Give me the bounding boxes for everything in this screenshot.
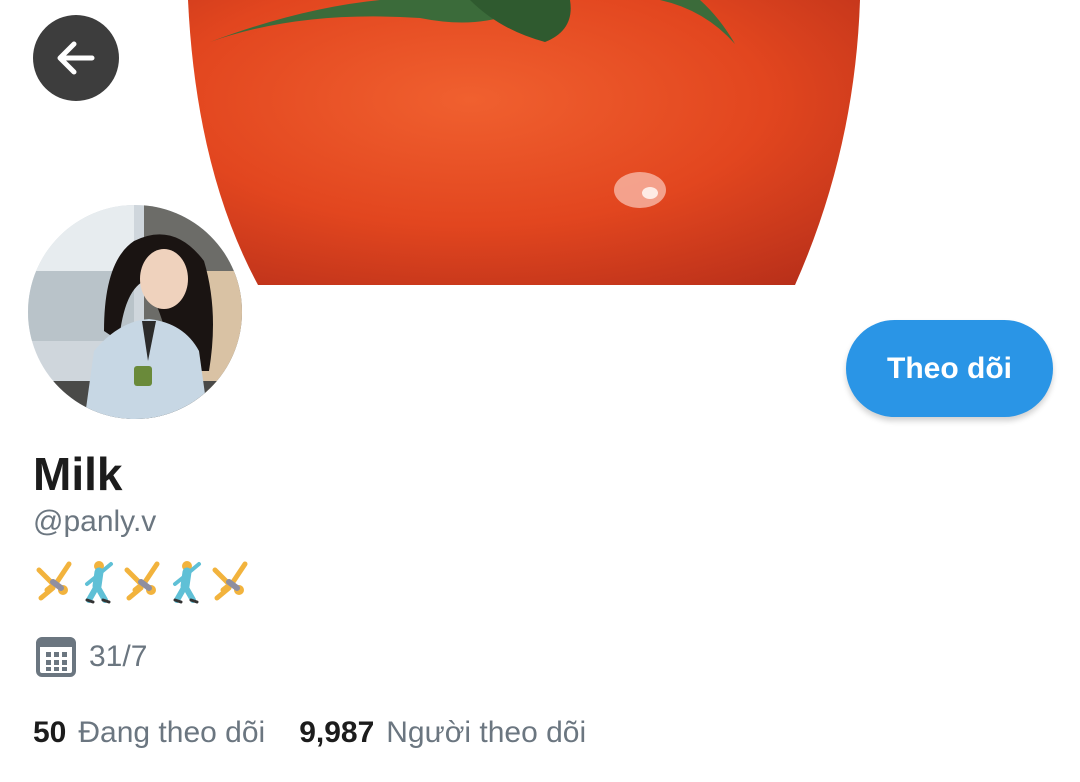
followers-label: Người theo dõi (386, 716, 587, 749)
followers-count: 9,987 (299, 716, 375, 749)
back-button[interactable] (33, 15, 119, 101)
joined-date: 31/7 (35, 636, 147, 678)
profile-page: Theo dõi Milk @panly.v 31/7 50 Đang theo… (0, 0, 1080, 782)
person-cartwheeling-icon (212, 561, 248, 601)
display-name: Milk (33, 448, 123, 500)
person-cartwheeling-icon (36, 561, 72, 601)
follow-button[interactable]: Theo dõi (846, 320, 1053, 417)
following-label: Đang theo dõi (78, 716, 266, 749)
avatar[interactable] (24, 201, 246, 423)
bio (33, 560, 251, 604)
following-link[interactable]: 50 Đang theo dõi (33, 713, 265, 752)
following-count: 50 (33, 716, 67, 749)
calendar-icon (36, 637, 76, 677)
man-dancing-icon (173, 561, 201, 604)
followers-link[interactable]: 9,987 Người theo dõi (299, 713, 586, 752)
man-dancing-icon (85, 561, 113, 604)
person-cartwheeling-icon (124, 561, 160, 601)
joined-date-text: 31/7 (89, 640, 148, 673)
username-handle: @panly.v (33, 505, 157, 538)
arrow-left-icon (57, 41, 95, 75)
follow-stats: 50 Đang theo dõi 9,987 Người theo dõi (33, 713, 586, 752)
